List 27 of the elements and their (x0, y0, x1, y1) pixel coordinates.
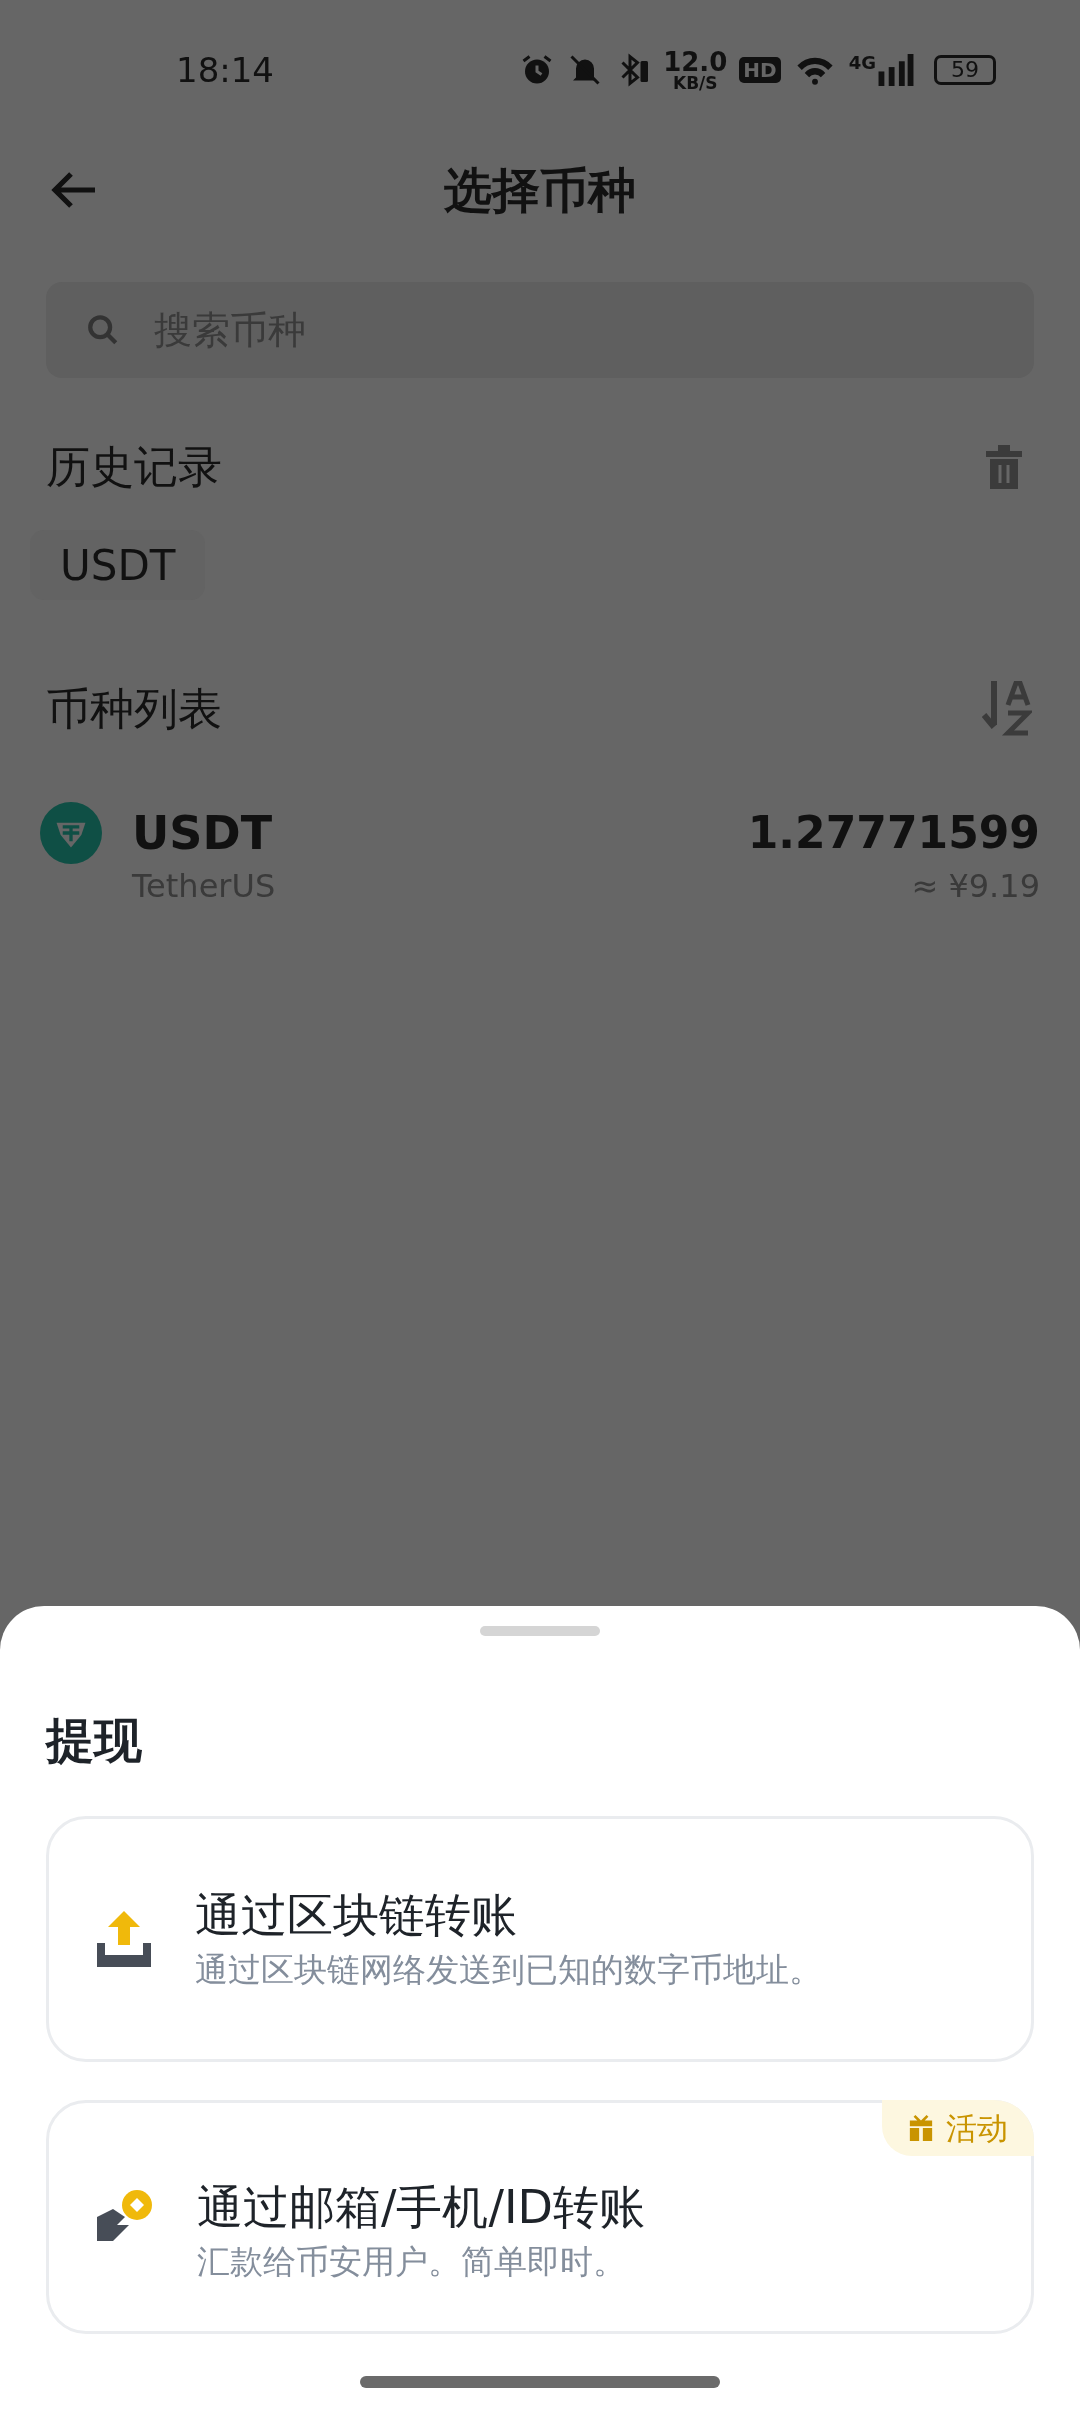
transfer-option-card[interactable]: 通过区块链转账 通过区块链网络发送到已知的数字币地址。 (46, 1816, 1034, 2062)
section-title: 历史记录 (46, 440, 222, 494)
coin-logo-icon (40, 802, 102, 864)
screen-title: 选择币种 (444, 161, 636, 220)
signal-icon (878, 54, 914, 86)
trash-icon[interactable] (984, 445, 1024, 489)
section-title: 币种列表 (46, 682, 222, 736)
battery-indicator: 59 (934, 55, 996, 85)
coin-amount: 1.27771599 (747, 806, 1040, 860)
sheet-title: 提现 (46, 1711, 143, 1770)
hd-badge: HD (739, 57, 781, 83)
speed-value: 12.0 (663, 48, 728, 75)
drag-handle[interactable] (480, 1626, 600, 1636)
option-title: 通过区块链转账 (195, 1887, 518, 1944)
transfer-option-card[interactable]: 通过邮箱/手机/ID转账 汇款给币安用户。简单即时。 活动 (46, 2100, 1034, 2334)
speed-unit: KB/S (672, 74, 718, 92)
coin-symbol: USDT (132, 805, 274, 862)
option-title: 通过邮箱/手机/ID转账 (197, 2179, 645, 2236)
badge-label: 活动 (946, 2108, 1008, 2148)
status-time: 18:14 (176, 48, 274, 92)
upload-icon (97, 1911, 151, 1967)
search-icon (86, 313, 120, 347)
sort-az-icon[interactable] (982, 681, 1032, 737)
option-description: 通过区块链网络发送到已知的数字币地址。 (195, 1949, 822, 1991)
network-type: 4G (848, 54, 876, 72)
gift-icon (908, 2115, 934, 2141)
option-description: 汇款给币安用户。简单即时。 (197, 2241, 627, 2283)
